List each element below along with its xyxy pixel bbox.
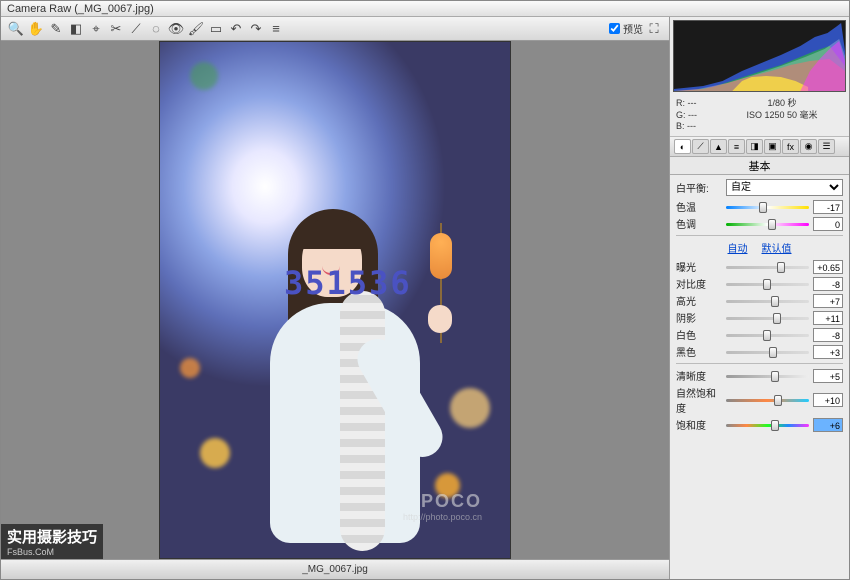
tab-presets[interactable]: ☰	[818, 139, 835, 154]
vibrance-slider[interactable]	[726, 395, 809, 405]
contrast-slider[interactable]	[726, 279, 809, 289]
eyedropper-tool[interactable]: ✎	[47, 20, 65, 38]
window-title: Camera Raw (_MG_0067.jpg)	[7, 3, 154, 15]
highlights-slider[interactable]	[726, 296, 809, 306]
canvas[interactable]: 351536 POCO http://photo.poco.cn 实用摄影技巧 …	[1, 41, 669, 559]
clarity-slider[interactable]	[726, 371, 809, 381]
contrast-value[interactable]: -8	[813, 277, 843, 291]
saturation-slider[interactable]	[726, 420, 809, 430]
blacks-slider[interactable]	[726, 347, 809, 357]
highlights-label: 高光	[676, 293, 722, 308]
rotate-cw-tool[interactable]: ↷	[247, 20, 265, 38]
exif-readout: R: --- G: --- B: --- 1/80 秒 ISO 1250 50 …	[670, 95, 849, 137]
exif-b: B: ---	[676, 121, 721, 133]
exif-r: R: ---	[676, 98, 721, 110]
saturation-label: 饱和度	[676, 417, 722, 432]
rotate-ccw-tool[interactable]: ↶	[227, 20, 245, 38]
crop-tool[interactable]: ✂	[107, 20, 125, 38]
titlebar: Camera Raw (_MG_0067.jpg)	[1, 1, 849, 17]
tab-split[interactable]: ◨	[746, 139, 763, 154]
tab-lens[interactable]: ▣	[764, 139, 781, 154]
auto-link[interactable]: 自动	[728, 240, 748, 255]
grad-tool[interactable]: ▭	[207, 20, 225, 38]
whites-label: 白色	[676, 327, 722, 342]
tint-value[interactable]: 0	[813, 217, 843, 231]
brush-tool[interactable]: 🖌	[187, 20, 205, 38]
prefs-tool[interactable]: ≡	[267, 20, 285, 38]
exposure-value[interactable]: +0.65	[813, 260, 843, 274]
preview-label: 预览	[623, 21, 643, 36]
toolbar: 🔍 ✋ ✎ ◧ ⌖ ✂ ⟋ ◌ 👁 🖌 ▭ ↶ ↷ ≡ 预览 ⛶	[1, 17, 669, 41]
exif-g: G: ---	[676, 110, 721, 122]
zoom-tool[interactable]: 🔍	[7, 20, 25, 38]
left-pane: 🔍 ✋ ✎ ◧ ⌖ ✂ ⟋ ◌ 👁 🖌 ▭ ↶ ↷ ≡ 预览 ⛶	[1, 17, 669, 579]
tab-fx[interactable]: fx	[782, 139, 799, 154]
exposure-label: 曝光	[676, 259, 722, 274]
hand-tool[interactable]: ✋	[27, 20, 45, 38]
color-sampler-tool[interactable]: ◧	[67, 20, 85, 38]
tint-slider[interactable]	[726, 219, 809, 229]
saturation-value[interactable]: +6	[813, 418, 843, 432]
shadows-value[interactable]: +11	[813, 311, 843, 325]
tab-basic[interactable]: ◐	[674, 139, 691, 154]
exif-iso: ISO 1250 50 毫米	[721, 110, 843, 122]
default-link[interactable]: 默认值	[762, 240, 792, 255]
target-tool[interactable]: ⌖	[87, 20, 105, 38]
app-window: Camera Raw (_MG_0067.jpg) 🔍 ✋ ✎ ◧ ⌖ ✂ ⟋ …	[0, 0, 850, 580]
panel-title: 基本	[670, 157, 849, 175]
tab-curve[interactable]: ⟋	[692, 139, 709, 154]
photo-preview: 351536 POCO http://photo.poco.cn	[159, 41, 511, 559]
preview-checkbox[interactable]	[609, 23, 620, 34]
tab-camera[interactable]: ◉	[800, 139, 817, 154]
blacks-value[interactable]: +3	[813, 345, 843, 359]
watermark-fsbus: 实用摄影技巧 FsBus.CoM	[1, 524, 103, 559]
basic-panel: 白平衡: 自定 色温 -17 色调 0 自动默认值 曝光 +0.65 对比度 -8 高光…	[670, 175, 849, 438]
filmstrip-filename: _MG_0067.jpg	[302, 564, 368, 575]
vibrance-label: 自然饱和度	[676, 385, 722, 415]
shadows-label: 阴影	[676, 310, 722, 325]
straighten-tool[interactable]: ⟋	[127, 20, 145, 38]
temp-label: 色温	[676, 199, 722, 214]
histogram[interactable]	[673, 20, 846, 92]
main-area: 🔍 ✋ ✎ ◧ ⌖ ✂ ⟋ ◌ 👁 🖌 ▭ ↶ ↷ ≡ 预览 ⛶	[1, 17, 849, 579]
fullscreen-icon[interactable]: ⛶	[645, 20, 663, 38]
right-pane: R: --- G: --- B: --- 1/80 秒 ISO 1250 50 …	[669, 17, 849, 579]
tab-detail[interactable]: ▲	[710, 139, 727, 154]
filmstrip: _MG_0067.jpg	[1, 559, 669, 579]
temp-value[interactable]: -17	[813, 200, 843, 214]
shadows-slider[interactable]	[726, 313, 809, 323]
exposure-slider[interactable]	[726, 262, 809, 272]
tab-hsl[interactable]: ≡	[728, 139, 745, 154]
clarity-value[interactable]: +5	[813, 369, 843, 383]
panel-tabs: ◐ ⟋ ▲ ≡ ◨ ▣ fx ◉ ☰	[670, 137, 849, 157]
vibrance-value[interactable]: +10	[813, 393, 843, 407]
temp-slider[interactable]	[726, 202, 809, 212]
preview-toggle[interactable]: 预览	[609, 21, 643, 36]
highlights-value[interactable]: +7	[813, 294, 843, 308]
blacks-label: 黑色	[676, 344, 722, 359]
wb-select[interactable]: 自定	[726, 179, 843, 196]
whites-value[interactable]: -8	[813, 328, 843, 342]
tint-label: 色调	[676, 216, 722, 231]
spot-tool[interactable]: ◌	[147, 20, 165, 38]
contrast-label: 对比度	[676, 276, 722, 291]
redeye-tool[interactable]: 👁	[167, 20, 185, 38]
clarity-label: 清晰度	[676, 368, 722, 383]
wb-label: 白平衡:	[676, 180, 722, 195]
exif-shutter: 1/80 秒	[721, 98, 843, 110]
whites-slider[interactable]	[726, 330, 809, 340]
